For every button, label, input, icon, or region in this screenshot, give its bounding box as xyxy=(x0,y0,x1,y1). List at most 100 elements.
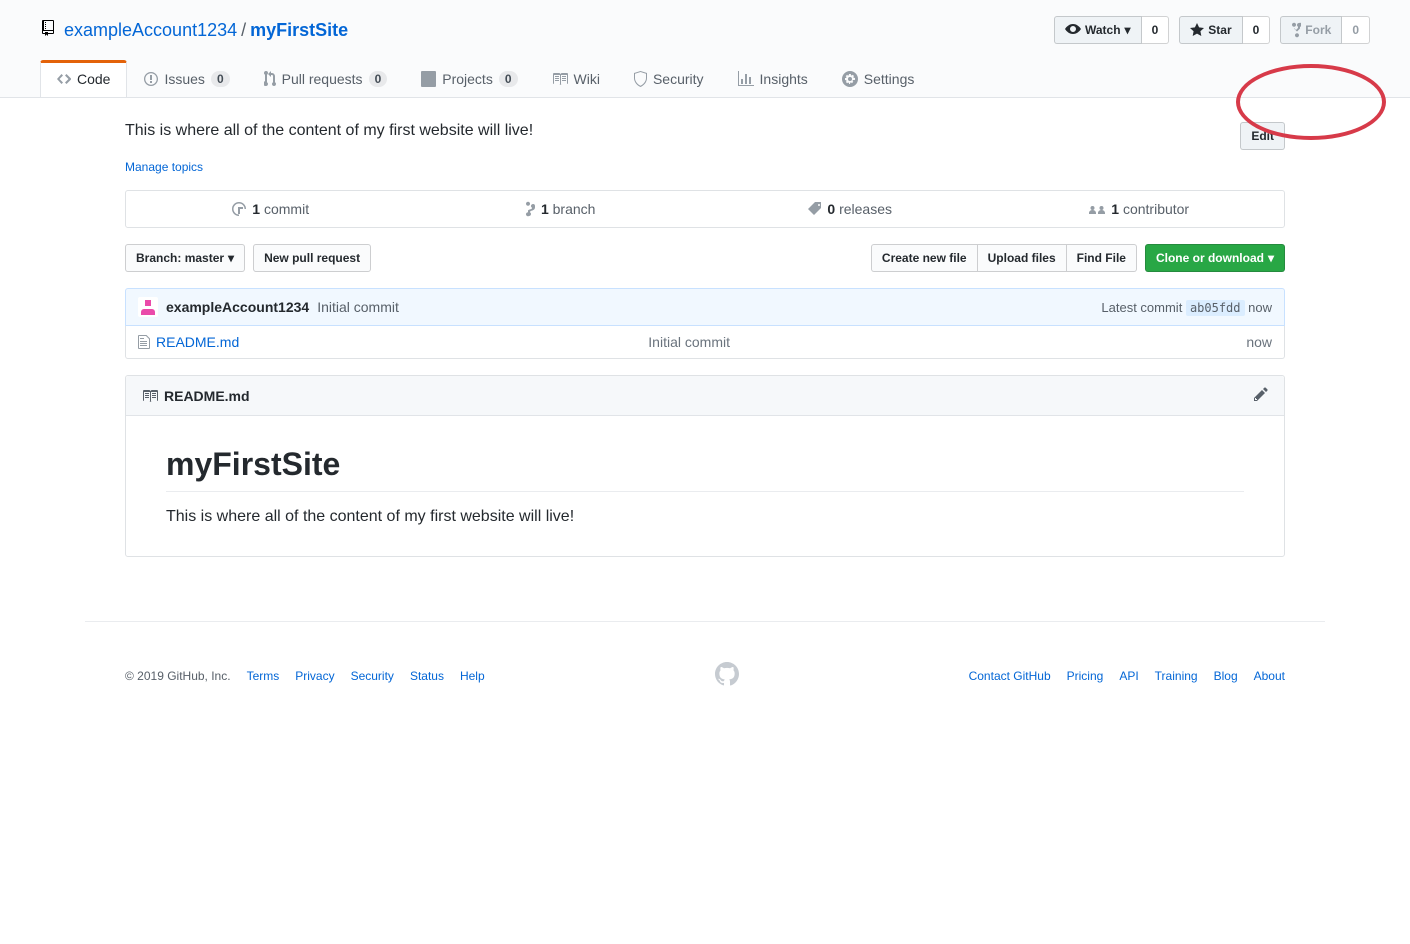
tab-security-label: Security xyxy=(653,71,704,87)
latest-commit-label: Latest commit xyxy=(1101,300,1182,315)
footer-right-links: Contact GitHub Pricing API Training Blog Abou… xyxy=(969,669,1285,683)
new-pr-button[interactable]: New pull request xyxy=(253,244,371,272)
file-list: README.md Initial commit now xyxy=(125,326,1285,359)
tab-pulls-label: Pull requests xyxy=(282,71,363,87)
tab-settings[interactable]: Settings xyxy=(825,60,932,97)
tab-code[interactable]: Code xyxy=(40,60,127,97)
branch-prefix: Branch: xyxy=(136,248,181,268)
tab-pulls[interactable]: Pull requests 0 xyxy=(247,60,405,97)
tag-icon xyxy=(808,201,822,217)
fork-button: Fork xyxy=(1280,16,1342,44)
create-file-button[interactable]: Create new file xyxy=(871,244,978,272)
footer-left-links: Terms Privacy Security Status Help xyxy=(247,669,485,683)
releases-num: 0 xyxy=(827,201,835,217)
tab-issues[interactable]: Issues 0 xyxy=(127,60,246,97)
commits-num: 1 xyxy=(252,201,260,217)
footer-link[interactable]: Blog xyxy=(1214,669,1238,683)
tab-projects[interactable]: Projects 0 xyxy=(404,60,534,97)
star-label: Star xyxy=(1208,20,1231,40)
path-separator: / xyxy=(241,20,246,41)
readme-content: myFirstSite This is where all of the con… xyxy=(126,416,1284,556)
commits-label: commit xyxy=(264,201,309,217)
footer-link[interactable]: Status xyxy=(410,669,444,683)
file-link[interactable]: README.md xyxy=(156,334,239,350)
footer-link[interactable]: Pricing xyxy=(1067,669,1104,683)
repo-pagehead: exampleAccount1234 / myFirstSite Watch ▾… xyxy=(0,0,1410,98)
repo-description-row: This is where all of the content of my f… xyxy=(125,122,1285,150)
stat-releases[interactable]: 0 releases xyxy=(705,191,995,227)
projects-count: 0 xyxy=(499,71,518,87)
clone-label: Clone or download xyxy=(1156,248,1264,268)
tab-security[interactable]: Security xyxy=(617,60,721,97)
clone-download-button[interactable]: Clone or download ▾ xyxy=(1145,244,1285,272)
stat-branches[interactable]: 1 branch xyxy=(416,191,706,227)
releases-label: releases xyxy=(839,201,892,217)
commit-tease[interactable]: exampleAccount1234 Initial commit Latest… xyxy=(125,288,1285,326)
watch-group: Watch ▾ 0 xyxy=(1054,16,1169,44)
footer-link[interactable]: Security xyxy=(351,669,394,683)
fork-group: Fork 0 xyxy=(1280,16,1370,44)
branch-icon xyxy=(525,201,535,217)
commit-message: Initial commit xyxy=(317,299,399,315)
footer-link[interactable]: Privacy xyxy=(295,669,334,683)
readme-title: myFirstSite xyxy=(166,446,1244,492)
tab-wiki[interactable]: Wiki xyxy=(535,60,617,97)
tab-insights-label: Insights xyxy=(760,71,808,87)
commit-author: exampleAccount1234 xyxy=(166,299,309,315)
repo-tabnav: Code Issues 0 Pull requests 0 Projects 0… xyxy=(40,60,1370,97)
readme-body: This is where all of the content of my f… xyxy=(166,508,1244,526)
edit-button[interactable]: Edit xyxy=(1240,122,1285,150)
footer-link[interactable]: API xyxy=(1119,669,1138,683)
tab-wiki-label: Wiki xyxy=(574,71,600,87)
fork-count: 0 xyxy=(1342,16,1370,44)
watch-button[interactable]: Watch ▾ xyxy=(1054,16,1142,44)
book-icon xyxy=(142,388,158,404)
watch-label: Watch xyxy=(1085,20,1121,40)
repo-link[interactable]: myFirstSite xyxy=(250,20,348,40)
branches-label: branch xyxy=(553,201,596,217)
fork-label: Fork xyxy=(1305,20,1331,40)
footer-link[interactable]: Training xyxy=(1155,669,1198,683)
repo-content: This is where all of the content of my f… xyxy=(85,98,1325,581)
contributors-num: 1 xyxy=(1111,201,1119,217)
history-icon xyxy=(232,201,246,217)
file-navigation: Branch: master ▾ New pull request Create… xyxy=(125,244,1285,272)
footer-link[interactable]: Contact GitHub xyxy=(969,669,1051,683)
find-file-button[interactable]: Find File xyxy=(1066,244,1137,272)
stats-bar: 1 commit 1 branch 0 releases 1 contribut… xyxy=(125,190,1285,228)
footer-link[interactable]: About xyxy=(1254,669,1285,683)
manage-topics-link[interactable]: Manage topics xyxy=(125,160,203,174)
watch-count[interactable]: 0 xyxy=(1142,16,1170,44)
owner-link[interactable]: exampleAccount1234 xyxy=(64,20,237,41)
upload-files-button[interactable]: Upload files xyxy=(977,244,1067,272)
caret-down-icon: ▾ xyxy=(1268,248,1274,268)
file-icon xyxy=(138,334,150,350)
readme-filename: README.md xyxy=(164,388,250,404)
file-commit-age: now xyxy=(1246,334,1272,350)
footer-copyright: © 2019 GitHub, Inc. xyxy=(125,669,231,683)
branch-select[interactable]: Branch: master ▾ xyxy=(125,244,245,272)
github-mark-icon[interactable] xyxy=(715,662,739,689)
avatar xyxy=(138,297,158,317)
pulls-count: 0 xyxy=(369,71,388,87)
star-group: Star 0 xyxy=(1179,16,1270,44)
stat-commits[interactable]: 1 commit xyxy=(126,191,416,227)
tab-projects-label: Projects xyxy=(442,71,493,87)
caret-down-icon: ▾ xyxy=(1125,20,1131,40)
footer-link[interactable]: Terms xyxy=(247,669,280,683)
tab-insights[interactable]: Insights xyxy=(721,60,825,97)
star-count[interactable]: 0 xyxy=(1243,16,1271,44)
tab-issues-label: Issues xyxy=(164,71,204,87)
file-commit-message[interactable]: Initial commit xyxy=(648,334,1246,350)
footer-link[interactable]: Help xyxy=(460,669,485,683)
star-button[interactable]: Star xyxy=(1179,16,1242,44)
site-footer: © 2019 GitHub, Inc. Terms Privacy Security… xyxy=(85,621,1325,729)
table-row: README.md Initial commit now xyxy=(126,326,1284,358)
readme-box: README.md myFirstSite This is where all … xyxy=(125,375,1285,557)
tab-settings-label: Settings xyxy=(864,71,915,87)
repo-actions: Watch ▾ 0 Star 0 Fork 0 xyxy=(1054,16,1370,44)
readme-edit-button[interactable] xyxy=(1254,386,1268,405)
stat-contributors[interactable]: 1 contributor xyxy=(995,191,1285,227)
branch-name: master xyxy=(185,248,224,268)
commit-time: now xyxy=(1248,300,1272,315)
